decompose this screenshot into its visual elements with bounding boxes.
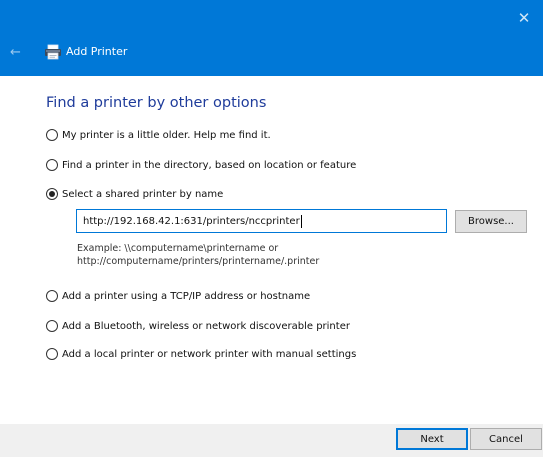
radio-label: Select a shared printer by name	[62, 188, 224, 200]
radio-label: My printer is a little older. Help me fi…	[62, 129, 271, 141]
browse-button[interactable]: Browse...	[455, 210, 527, 233]
radio-button-selected[interactable]	[46, 188, 58, 200]
back-arrow-icon: ←	[10, 45, 21, 60]
text-caret	[300, 214, 302, 228]
cancel-button[interactable]: Cancel	[470, 428, 542, 450]
radio-option-local-manual[interactable]: Add a local printer or network printer w…	[46, 346, 356, 362]
example-text: Example: \\computername\printername or h…	[77, 242, 319, 268]
radio-label: Add a local printer or network printer w…	[62, 348, 357, 360]
radio-label: Find a printer in the directory, based o…	[62, 159, 357, 171]
shared-printer-input[interactable]: http://192.168.42.1:631/printers/nccprin…	[76, 209, 447, 233]
printer-icon	[44, 44, 62, 60]
radio-label: Add a printer using a TCP/IP address or …	[62, 290, 311, 302]
shared-printer-input-value: http://192.168.42.1:631/printers/nccprin…	[83, 215, 300, 227]
radio-label: Add a Bluetooth, wireless or network dis…	[62, 320, 350, 332]
next-button[interactable]: Next	[396, 428, 468, 450]
radio-option-directory[interactable]: Find a printer in the directory, based o…	[46, 157, 356, 173]
close-icon: ✕	[517, 9, 531, 27]
radio-button[interactable]	[46, 290, 58, 302]
window-title: Add Printer	[66, 45, 128, 58]
radio-dot	[49, 191, 55, 197]
close-button[interactable]: ✕	[509, 6, 539, 30]
radio-option-bluetooth[interactable]: Add a Bluetooth, wireless or network dis…	[46, 318, 350, 334]
example-line-2: http://computername/printers/printername…	[77, 256, 320, 267]
radio-option-shared-by-name[interactable]: Select a shared printer by name	[46, 186, 223, 202]
radio-button[interactable]	[46, 348, 58, 360]
example-line-1: Example: \\computername\printername or	[77, 243, 279, 254]
page-title: Find a printer by other options	[46, 95, 267, 111]
back-button[interactable]: ←	[10, 44, 32, 62]
radio-button[interactable]	[46, 320, 58, 332]
window-header	[0, 0, 543, 76]
radio-button[interactable]	[46, 129, 58, 141]
radio-option-tcpip[interactable]: Add a printer using a TCP/IP address or …	[46, 288, 310, 304]
radio-button[interactable]	[46, 159, 58, 171]
radio-option-older-printer[interactable]: My printer is a little older. Help me fi…	[46, 127, 271, 143]
